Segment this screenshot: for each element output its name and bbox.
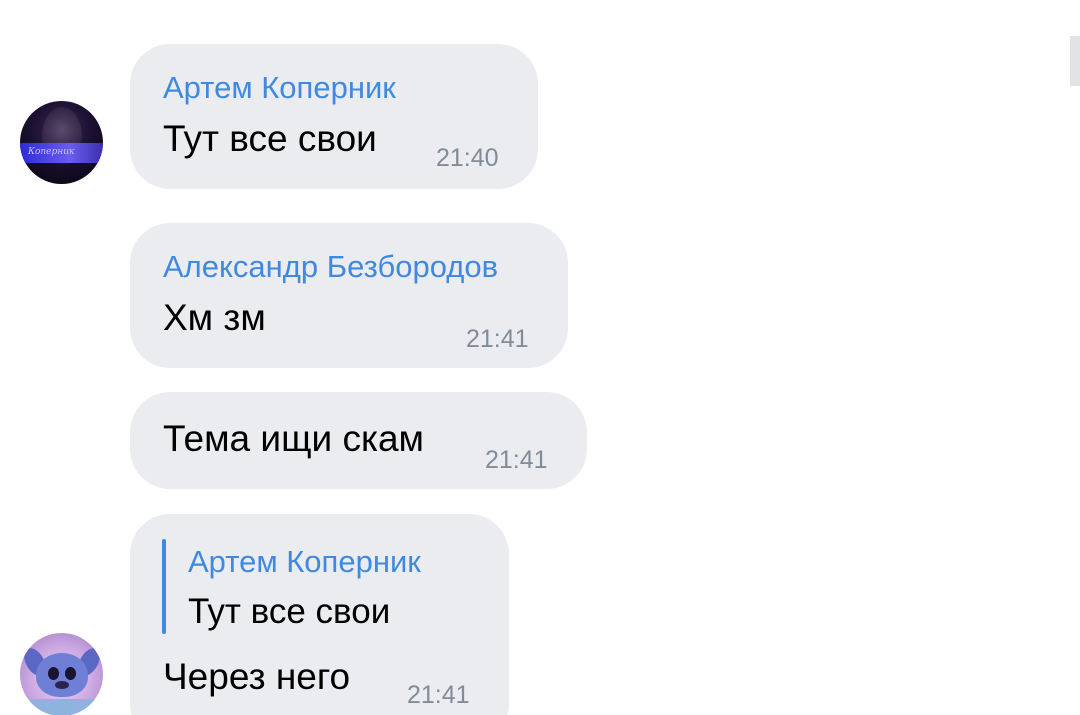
message-time: 21:41	[485, 446, 548, 474]
scrollbar[interactable]	[1070, 36, 1080, 86]
message-text: Тут все свои	[163, 118, 377, 159]
message-text: Через него	[163, 656, 351, 697]
avatar-eye	[48, 667, 59, 680]
message-time: 21:40	[436, 144, 499, 172]
avatar-label: Коперник	[28, 147, 75, 157]
message-sender[interactable]: Артем Коперник	[163, 70, 396, 106]
avatar-nose	[55, 681, 69, 689]
avatar-eye	[65, 667, 76, 680]
message-bubble[interactable]: Александр Безбородов Хм зм 21:41	[130, 223, 568, 368]
message-text: Тема ищи скам	[163, 418, 424, 459]
avatar-head	[36, 653, 88, 697]
message-text: Хм зм	[163, 297, 266, 338]
avatar[interactable]: Коперник	[20, 101, 103, 184]
message-bubble[interactable]: Артем Коперник Тут все свои 21:40	[130, 44, 538, 189]
avatar-label-strip: Коперник	[20, 143, 103, 163]
reply-quote-bar	[162, 539, 166, 634]
message-bubble[interactable]: Артем Коперник Тут все свои Через него 2…	[130, 514, 509, 715]
message-bubble[interactable]: Тема ищи скам 21:41	[130, 392, 587, 489]
reply-text[interactable]: Тут все свои	[188, 592, 390, 632]
chat-view: Коперник Артем Коперник Тут все свои 21:…	[0, 0, 1080, 715]
avatar-base	[20, 699, 103, 715]
avatar[interactable]	[20, 633, 103, 715]
message-time: 21:41	[466, 325, 529, 353]
message-time: 21:41	[407, 681, 470, 709]
message-sender[interactable]: Александр Безбородов	[163, 249, 498, 285]
reply-sender[interactable]: Артем Коперник	[188, 544, 421, 580]
